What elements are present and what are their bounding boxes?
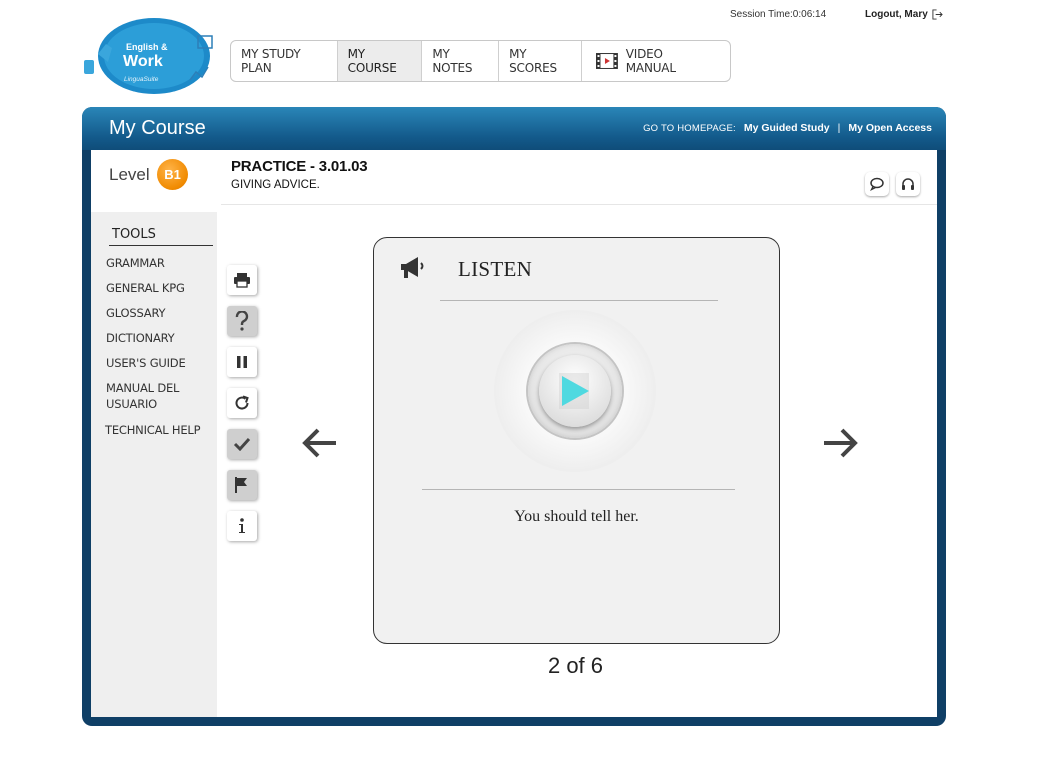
tools-divider	[109, 245, 213, 246]
play-button[interactable]	[528, 344, 622, 438]
page-title: My Course	[109, 117, 206, 139]
info-icon	[239, 518, 245, 533]
tool-users-guide[interactable]: USER'S GUIDE	[106, 355, 206, 371]
arrow-left-icon	[302, 428, 336, 458]
chat-button[interactable]	[865, 172, 889, 196]
logout-icon	[932, 9, 943, 20]
flag-button[interactable]	[227, 470, 257, 500]
card-divider-top	[440, 300, 718, 301]
logout-label: Logout, Mary	[865, 9, 928, 20]
previous-arrow[interactable]	[299, 425, 339, 461]
content-area: Level B1 TOOLS GRAMMAR GENERAL KPG GLOSS…	[91, 150, 937, 717]
level-badge: B1	[157, 159, 188, 190]
logout-link[interactable]: Logout, Mary	[865, 9, 943, 20]
tool-glossary[interactable]: GLOSSARY	[106, 305, 206, 321]
link-my-guided-study[interactable]: My Guided Study	[744, 122, 830, 134]
page-counter: 2 of 6	[547, 653, 604, 678]
print-button[interactable]	[227, 265, 257, 295]
help-button[interactable]	[227, 306, 257, 336]
check-icon	[233, 437, 251, 451]
nav-video-manual-label: VIDEO MANUAL	[625, 47, 676, 75]
next-arrow[interactable]	[821, 425, 861, 461]
tool-grammar[interactable]: GRAMMAR	[106, 255, 206, 271]
frame-header: My Course GO TO HOMEPAGE: My Guided Stud…	[82, 107, 946, 150]
logo-text-1: English &	[126, 42, 168, 52]
link-my-open-access[interactable]: My Open Access	[848, 122, 932, 134]
tool-technical-help[interactable]: TECHNICAL HELP	[105, 422, 205, 438]
check-button[interactable]	[227, 429, 257, 459]
tools-sidebar: Level B1 TOOLS GRAMMAR GENERAL KPG GLOSS…	[91, 150, 217, 717]
listen-sentence: You should tell her.	[514, 508, 639, 525]
course-frame: My Course GO TO HOMEPAGE: My Guided Stud…	[82, 107, 946, 726]
help-icon	[235, 311, 249, 331]
practice-subtitle: GIVING ADVICE.	[231, 179, 320, 191]
arrow-right-icon	[824, 428, 858, 458]
nav-my-course[interactable]: MY COURSE	[337, 41, 423, 81]
nav-my-notes[interactable]: MY NOTES	[422, 41, 500, 81]
tool-dictionary[interactable]: DICTIONARY	[106, 330, 206, 346]
play-button-inner	[539, 355, 611, 427]
film-icon	[595, 53, 618, 69]
homepage-links: GO TO HOMEPAGE: My Guided Study | My Ope…	[643, 122, 932, 134]
nav-my-study-plan[interactable]: MY STUDY PLAN	[231, 41, 338, 81]
nav-my-scores[interactable]: MY SCORES	[499, 41, 582, 81]
print-icon	[234, 273, 250, 288]
listen-card: LISTEN You should tell her.	[373, 237, 780, 644]
flag-icon	[235, 477, 247, 493]
practice-divider	[221, 204, 937, 205]
link-separator: |	[837, 122, 841, 134]
refresh-button[interactable]	[227, 388, 257, 418]
level-indicator: Level B1	[91, 150, 217, 212]
practice-title: PRACTICE - 3.01.03	[231, 158, 368, 175]
chat-icon	[870, 177, 884, 191]
headphones-icon	[902, 178, 914, 190]
logo-text-3: LinguaSuite	[124, 76, 159, 83]
card-divider-bottom	[422, 489, 735, 490]
homepage-label: GO TO HOMEPAGE:	[643, 123, 736, 134]
info-button[interactable]	[227, 511, 257, 541]
logo-text-2: Work	[123, 53, 163, 70]
refresh-icon	[235, 395, 249, 410]
play-icon	[559, 373, 589, 409]
tool-general-kpg[interactable]: GENERAL KPG	[106, 280, 206, 296]
level-label: Level	[109, 165, 150, 184]
top-nav: MY STUDY PLAN MY COURSE MY NOTES MY SCOR…	[230, 40, 731, 82]
session-time: Session Time:0:06:14	[730, 9, 827, 20]
audio-button[interactable]	[896, 172, 920, 196]
english-work-logo[interactable]: English & Work LinguaSuite	[80, 16, 220, 98]
nav-video-manual[interactable]: VIDEO MANUAL	[582, 41, 730, 81]
pause-button[interactable]	[227, 347, 257, 377]
tool-manual-del-usuario[interactable]: MANUAL DEL USUARIO	[106, 380, 186, 412]
megaphone-icon	[398, 255, 428, 286]
listen-title: LISTEN	[458, 257, 533, 281]
tools-title: TOOLS	[112, 227, 156, 242]
pause-icon	[237, 356, 247, 368]
